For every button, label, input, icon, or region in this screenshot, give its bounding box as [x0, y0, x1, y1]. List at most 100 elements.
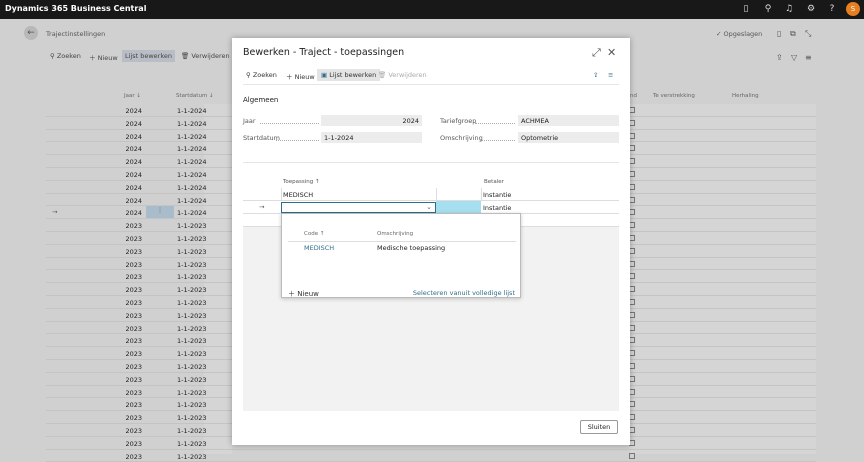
jaar-label: Jaar	[243, 117, 256, 125]
open-new-icon[interactable]: ⧉	[790, 29, 796, 39]
startdatum-cell: 1-1-2024	[177, 132, 207, 141]
jaar-cell: 2023	[125, 337, 142, 346]
back-icon[interactable]: ←	[24, 26, 38, 40]
new-button[interactable]: ＋ Nieuw	[286, 71, 315, 81]
dots	[475, 123, 515, 124]
collapse-icon[interactable]: ⤡	[805, 29, 811, 39]
dropdown-code-value[interactable]: MEDISCH	[304, 244, 334, 252]
col-nd[interactable]: nd	[630, 93, 637, 99]
toepassing-input[interactable]: ⌄	[281, 202, 436, 213]
jaar-cell: 2024	[125, 132, 142, 141]
startdatum-field[interactable]: 1-1-2024	[321, 132, 422, 143]
filter-icon[interactable]: ▽	[791, 53, 797, 62]
dropdown-new-label: Nieuw	[297, 290, 319, 298]
jaar-cell: 2024	[125, 196, 142, 205]
startdatum-cell: 1-1-2023	[177, 235, 207, 243]
col-toepassing[interactable]: Toepassing ↑	[283, 179, 320, 185]
col-te-verstrekking[interactable]: Te verstrekking	[653, 93, 695, 99]
section-divider	[243, 162, 619, 163]
list-icon[interactable]: ≡	[805, 53, 812, 62]
startdatum-cell: 1-1-2023	[177, 452, 207, 461]
search-icon[interactable]: ⚲	[762, 3, 774, 15]
startdatum-cell: 1-1-2024	[177, 107, 207, 115]
plus-icon: ＋	[286, 73, 295, 81]
col-herhaling[interactable]: Herhaling	[732, 93, 759, 99]
startdatum-cell: 1-1-2023	[177, 414, 207, 423]
betaler-cell[interactable]: Instantie	[483, 191, 511, 199]
jaar-cell: 2023	[125, 247, 142, 256]
bg-delete-button[interactable]: 🗑 Verwijderen	[181, 52, 230, 60]
list-view-icon[interactable]: ≡	[608, 71, 613, 79]
tariefgroep-label: Tariefgroep	[440, 117, 477, 125]
startdatum-cell: 1-1-2024	[177, 119, 207, 128]
col-betaler[interactable]: Betaler	[484, 179, 504, 185]
table-row[interactable]: 2023 1-1-2023	[46, 450, 816, 462]
jaar-cell: 2023	[125, 260, 142, 269]
jaar-cell: 2023	[125, 286, 142, 295]
omschrijving-field[interactable]: Optometrie	[518, 132, 619, 143]
startdatum-cell: 1-1-2024	[177, 145, 207, 154]
col-jaar[interactable]: Jaar ↓	[124, 93, 141, 99]
table-row[interactable]: MEDISCH Instantie	[243, 188, 619, 201]
dropdown-new-button[interactable]: ＋ Nieuw	[288, 289, 319, 299]
section-algemeen[interactable]: Algemeen	[243, 96, 278, 104]
omschrijving-label: Omschrijving	[440, 134, 483, 142]
tariefgroep-field[interactable]: ACHMEA	[518, 115, 619, 126]
jaar-cell: 2023	[125, 388, 142, 397]
startdatum-cell: 1-1-2023	[177, 388, 207, 397]
divider	[281, 188, 282, 201]
dropdown-omschrijving-value[interactable]: Medische toepassing	[377, 244, 445, 252]
col-startdatum[interactable]: Startdatum ↓	[176, 93, 214, 99]
delete-button[interactable]: 🗑 Verwijderen	[378, 71, 427, 79]
search-button[interactable]: ⚲ Zoeken	[246, 71, 277, 79]
checkbox[interactable]	[629, 452, 635, 459]
dots	[260, 123, 319, 124]
jaar-cell: 2023	[125, 452, 142, 461]
jaar-cell: 2024	[125, 107, 142, 115]
jaar-cell: 2023	[125, 401, 142, 410]
dialog-title: Bewerken - Traject - toepassingen	[243, 47, 405, 58]
edit-list-button[interactable]: ▣ Lijst bewerken	[317, 69, 381, 81]
divider	[481, 188, 482, 201]
startdatum-cell: 1-1-2024	[177, 183, 207, 192]
close-button[interactable]: Sluiten	[580, 420, 618, 434]
jaar-cell: 2023	[125, 324, 142, 333]
search-label: Zoeken	[252, 71, 277, 79]
jaar-cell: 2023	[125, 350, 142, 359]
betaler-cell[interactable]: Instantie	[483, 204, 511, 212]
dropdown-col-code[interactable]: Code ↑	[304, 231, 324, 237]
startdatum-cell: 1-1-2023	[177, 260, 207, 269]
bell-icon[interactable]: ♫	[783, 3, 795, 15]
gear-icon[interactable]: ⚙	[805, 3, 817, 15]
share-icon[interactable]: ⇪	[593, 71, 598, 79]
jaar-cell: 2023	[125, 439, 142, 448]
toepassing-cell[interactable]: MEDISCH	[283, 191, 313, 199]
bg-search-button[interactable]: ⚲ Zoeken	[50, 52, 81, 60]
jaar-cell: 2023	[125, 222, 142, 231]
jaar-cell: 2024	[125, 209, 142, 218]
dropdown-col-omschrijving[interactable]: Omschrijving	[377, 231, 413, 237]
bg-edit-list-button[interactable]: Lijst bewerken	[122, 50, 175, 62]
select-full-list-link[interactable]: Selecteren vanuit volledige lijst	[413, 289, 515, 297]
jaar-cell: 2023	[125, 414, 142, 423]
startdatum-cell: 1-1-2024	[177, 158, 207, 167]
chevron-down-icon[interactable]: ⌄	[426, 203, 432, 211]
startdatum-cell: 1-1-2023	[177, 375, 207, 384]
share-icon[interactable]: ⇪	[776, 53, 783, 62]
document-icon[interactable]: ▯	[740, 3, 752, 15]
jaar-cell: 2024	[125, 158, 142, 167]
expand-icon[interactable]: ⤢	[592, 46, 601, 60]
startdatum-cell: 1-1-2023	[177, 363, 207, 371]
jaar-field[interactable]: 2024	[321, 115, 422, 126]
jaar-cell: 2023	[125, 375, 142, 384]
bg-new-button[interactable]: ＋ Nieuw	[89, 52, 118, 62]
divider	[436, 188, 437, 201]
avatar[interactable]: S	[846, 2, 860, 16]
help-icon[interactable]: ?	[826, 3, 838, 15]
startdatum-cell: 1-1-2023	[177, 311, 207, 320]
startdatum-cell: 1-1-2023	[177, 350, 207, 359]
bookmark-icon[interactable]: ▯	[777, 29, 781, 38]
row-menu-icon[interactable]: ⋮	[146, 206, 174, 219]
close-icon[interactable]: ✕	[607, 46, 616, 59]
startdatum-cell: 1-1-2024	[177, 196, 207, 205]
